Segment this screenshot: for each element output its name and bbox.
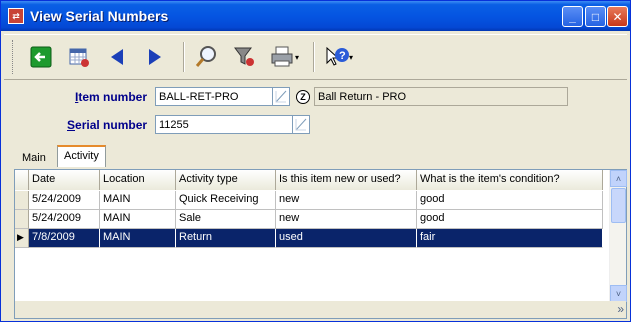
item-lookup-button[interactable]	[272, 87, 290, 106]
print-dropdown-arrow[interactable]: ▾	[295, 53, 299, 62]
cell-condition[interactable]: good	[417, 191, 603, 210]
lookup-icon	[275, 90, 287, 103]
prev-triangle-icon	[111, 49, 123, 65]
serial-number-input[interactable]: 11255	[155, 115, 293, 134]
row-indicator[interactable]	[15, 210, 29, 229]
cell-condition[interactable]: good	[417, 210, 603, 229]
exit-button[interactable]	[25, 41, 57, 73]
maximize-button[interactable]: □	[585, 6, 606, 27]
row-indicator-header	[15, 170, 29, 190]
toolbar-grip[interactable]	[12, 40, 15, 74]
column-header-location[interactable]: Location	[100, 170, 176, 190]
scrollbar-thumb[interactable]	[611, 188, 626, 223]
funnel-icon	[234, 47, 254, 66]
table-row[interactable]: 5/24/2009 MAIN Sale new good	[15, 210, 603, 229]
toolbar-separator	[313, 42, 316, 72]
title-bar[interactable]: ⇄ View Serial Numbers _ □ ✕	[1, 1, 630, 31]
cell-location[interactable]: MAIN	[100, 229, 176, 248]
cell-condition[interactable]: fair	[417, 229, 603, 248]
close-button[interactable]: ✕	[607, 6, 628, 27]
filter-button[interactable]	[229, 41, 261, 73]
cell-activity-type[interactable]: Quick Receiving	[176, 191, 276, 210]
help-pointer-icon: ?	[326, 46, 350, 66]
column-header-new-used[interactable]: Is this item new or used?	[276, 170, 417, 190]
magnifier-icon	[195, 46, 216, 67]
tab-activity[interactable]: Activity	[57, 145, 106, 167]
column-header-condition[interactable]: What is the item's condition?	[417, 170, 603, 190]
view-serial-numbers-window: ⇄ View Serial Numbers _ □ ✕ ▾ ? ▾ Item n…	[0, 0, 631, 322]
cell-date[interactable]: 5/24/2009	[29, 191, 100, 210]
previous-record-button[interactable]	[101, 41, 133, 73]
cell-date[interactable]: 7/8/2009	[29, 229, 100, 248]
item-description: Ball Return - PRO	[314, 87, 568, 106]
cell-new-used[interactable]: new	[276, 210, 417, 229]
item-number-input[interactable]: BALL-RET-PRO	[155, 87, 273, 106]
grid-header: Date Location Activity type Is this item…	[15, 170, 603, 190]
table-row-selected[interactable]: ▶ 7/8/2009 MAIN Return used fair	[15, 229, 603, 248]
column-header-activity-type[interactable]: Activity type	[176, 170, 276, 190]
table-row[interactable]: 5/24/2009 MAIN Quick Receiving new good	[15, 191, 603, 210]
cell-location[interactable]: MAIN	[100, 210, 176, 229]
activity-grid: Date Location Activity type Is this item…	[14, 169, 627, 319]
serial-number-label: Serial number	[67, 118, 148, 132]
toolbar-separator	[183, 42, 185, 72]
app-icon: ⇄	[8, 8, 24, 24]
item-number-label: Item number	[75, 90, 148, 104]
next-record-button[interactable]	[139, 41, 171, 73]
calendar-grid-icon	[69, 48, 89, 67]
calendar-button[interactable]	[63, 41, 95, 73]
svg-text:?: ?	[339, 50, 346, 62]
scroll-down-button[interactable]: ˅	[610, 285, 627, 302]
row-indicator[interactable]	[15, 191, 29, 210]
toolbar: ▾ ? ▾	[4, 34, 627, 80]
item-zoom-button[interactable]: Z	[296, 90, 310, 104]
chevron-up-icon: ˄	[615, 173, 622, 184]
current-row-indicator[interactable]: ▶	[15, 229, 29, 248]
window-title: View Serial Numbers	[30, 8, 169, 24]
scroll-up-button[interactable]: ˄	[610, 170, 627, 187]
cell-activity-type[interactable]: Sale	[176, 210, 276, 229]
cell-location[interactable]: MAIN	[100, 191, 176, 210]
vertical-scrollbar[interactable]: ˄ ˅	[609, 170, 627, 302]
cell-activity-type[interactable]: Return	[176, 229, 276, 248]
maximize-icon: □	[591, 9, 600, 24]
lookup-icon	[295, 118, 307, 131]
tab-main[interactable]: Main	[16, 149, 52, 169]
cell-date[interactable]: 5/24/2009	[29, 210, 100, 229]
help-dropdown-arrow[interactable]: ▾	[349, 53, 353, 62]
exit-arrow-icon	[30, 46, 52, 68]
more-columns-icon[interactable]: »	[617, 302, 624, 316]
search-button[interactable]	[191, 41, 223, 73]
column-header-date[interactable]: Date	[29, 170, 100, 190]
chevron-down-icon: ˅	[615, 288, 622, 299]
minimize-icon: _	[569, 9, 576, 24]
serial-lookup-button[interactable]	[292, 115, 310, 134]
close-icon: ✕	[612, 9, 623, 24]
horizontal-scrollbar: »	[15, 301, 626, 318]
cell-new-used[interactable]: new	[276, 191, 417, 210]
next-triangle-icon	[149, 49, 161, 65]
printer-icon	[271, 46, 293, 67]
cell-new-used[interactable]: used	[276, 229, 417, 248]
minimize-button[interactable]: _	[562, 6, 583, 27]
